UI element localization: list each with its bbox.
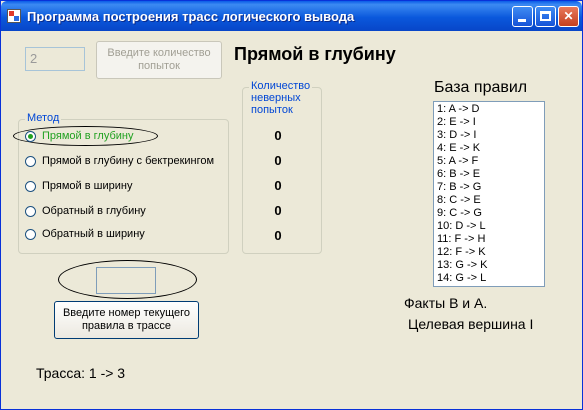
minimize-button[interactable]	[512, 6, 533, 27]
attempts-button[interactable]: Введите количество попыток	[96, 41, 222, 79]
wrong-attempts-legend-3: попыток	[251, 104, 293, 116]
rule-item[interactable]: 11: F -> H	[437, 233, 541, 246]
rule-item[interactable]: 14: G -> L	[437, 272, 541, 285]
method-option-label: Обратный в глубину	[42, 205, 146, 217]
attempts-button-label-2: попыток	[138, 60, 180, 72]
rule-item[interactable]: 5: A -> F	[437, 155, 541, 168]
maximize-button[interactable]	[535, 6, 556, 27]
rule-item[interactable]: 3: D -> I	[437, 129, 541, 142]
rule-item[interactable]: 4: E -> K	[437, 142, 541, 155]
method-option-forward-depth[interactable]: Прямой в глубину	[25, 128, 133, 144]
rule-item[interactable]: 10: D -> L	[437, 220, 541, 233]
radio-icon	[25, 155, 36, 167]
method-option-backward-breadth[interactable]: Обратный в ширину	[25, 226, 145, 242]
method-option-backward-depth[interactable]: Обратный в глубину	[25, 203, 146, 219]
rule-number-button[interactable]: Введите номер текущего правила в трассе	[54, 301, 199, 339]
rule-number-button-label-2: правила в трассе	[81, 320, 172, 332]
wrong-attempts-value: 0	[274, 128, 282, 143]
method-heading: Прямой в глубину	[234, 44, 396, 64]
title-bar[interactable]: Программа построения трасс логического в…	[1, 1, 582, 31]
attempts-input[interactable]: 2	[25, 47, 85, 71]
method-group-legend: Метод	[25, 112, 62, 124]
method-option-forward-breadth[interactable]: Прямой в ширину	[25, 178, 132, 194]
wrong-attempts-value: 0	[274, 203, 282, 218]
rule-item[interactable]: 1: A -> D	[437, 103, 541, 116]
wrong-attempts-value: 0	[274, 153, 282, 168]
method-option-label: Прямой в ширину	[42, 180, 133, 192]
window-title: Программа построения трасс логического в…	[27, 9, 355, 24]
goal-text: Целевая вершина I	[408, 316, 534, 332]
rule-item[interactable]: 13: G -> K	[437, 259, 541, 272]
minimize-icon	[518, 19, 526, 22]
wrong-attempts-value: 0	[274, 228, 282, 243]
radio-icon	[25, 205, 36, 217]
radio-icon	[25, 180, 36, 192]
maximize-icon	[540, 11, 551, 21]
wrong-attempts-legend-1: Количество	[251, 80, 311, 92]
trace-text: Трасса: 1 -> 3	[36, 365, 126, 381]
method-option-label: Прямой в глубину с бектрекингом	[42, 155, 215, 167]
rule-number-input[interactable]	[96, 267, 156, 294]
wrong-attempts-legend: Количество неверных попыток	[249, 80, 313, 116]
rule-item[interactable]: 2: E -> I	[437, 116, 541, 129]
app-window: Программа построения трасс логического в…	[0, 0, 583, 410]
rule-item[interactable]: 7: B -> G	[437, 181, 541, 194]
rule-item[interactable]: 6: B -> E	[437, 168, 541, 181]
method-option-label: Обратный в ширину	[42, 228, 145, 240]
wrong-attempts-legend-2: неверных	[251, 92, 301, 104]
app-icon	[7, 9, 21, 23]
rule-number-button-label-1: Введите номер текущего	[62, 307, 191, 319]
wrong-attempts-value: 0	[274, 178, 282, 193]
radio-icon	[25, 228, 36, 240]
close-icon: ✕	[563, 9, 574, 23]
rules-listbox[interactable]: 1: A -> D 2: E -> I 3: D -> I 4: E -> K …	[433, 101, 545, 287]
rules-title: База правил	[434, 79, 528, 96]
method-option-forward-depth-backtracking[interactable]: Прямой в глубину с бектрекингом	[25, 153, 214, 169]
attempts-button-label-1: Введите количество	[107, 47, 211, 59]
rule-item[interactable]: 9: C -> G	[437, 207, 541, 220]
rule-item[interactable]: 12: F -> K	[437, 246, 541, 259]
close-button[interactable]: ✕	[558, 6, 579, 27]
radio-selected-icon	[25, 130, 36, 142]
facts-text: Факты B и A.	[404, 295, 488, 311]
rule-item[interactable]: 8: C -> E	[437, 194, 541, 207]
method-option-label: Прямой в глубину	[42, 130, 134, 142]
